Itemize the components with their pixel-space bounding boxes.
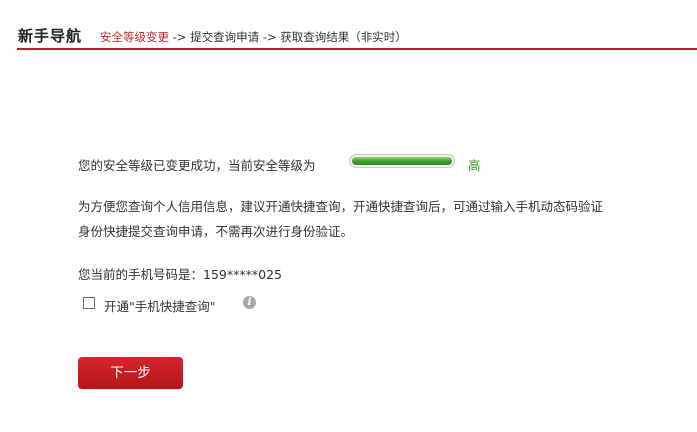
breadcrumb-step-get-result: 获取查询结果（非实时） xyxy=(280,30,407,44)
info-paragraph: 为方便您查询个人信用信息，建议开通快捷查询，开通快捷查询后，可通过输入手机动态码… xyxy=(78,194,678,244)
security-level-text: 高 xyxy=(468,158,481,173)
next-step-button[interactable]: 下一步 xyxy=(78,357,183,389)
security-level-message: 您的安全等级已变更成功，当前安全等级为 xyxy=(78,158,316,173)
quick-query-checkbox-label[interactable]: 开通"手机快捷查询" xyxy=(104,296,216,315)
breadcrumb-separator: -> xyxy=(259,30,281,44)
navigation-header: 新手导航 安全等级变更 -> 提交查询申请 -> 获取查询结果（非实时） xyxy=(17,22,697,50)
security-level-fill xyxy=(352,157,452,165)
phone-label: 您当前的手机号码是： xyxy=(78,267,204,282)
security-level-bar xyxy=(349,154,455,168)
nav-title: 新手导航 xyxy=(18,27,83,45)
breadcrumb-step-security-level: 安全等级变更 xyxy=(100,30,169,44)
info-icon[interactable]: i xyxy=(243,296,256,309)
phone-number: 159*****025 xyxy=(203,267,282,282)
phone-number-row: 您当前的手机号码是：159*****025 xyxy=(78,264,282,283)
info-paragraph-line: 身份快捷提交查询申请，不需再次进行身份验证。 xyxy=(78,224,354,239)
breadcrumb: 安全等级变更 -> 提交查询申请 -> 获取查询结果（非实时） xyxy=(100,29,407,45)
info-paragraph-line: 为方便您查询个人信用信息，建议开通快捷查询，开通快捷查询后，可通过输入手机动态码… xyxy=(78,199,604,214)
quick-query-checkbox[interactable] xyxy=(83,297,95,309)
breadcrumb-separator: -> xyxy=(169,30,191,44)
breadcrumb-step-submit-query: 提交查询申请 xyxy=(190,30,260,44)
